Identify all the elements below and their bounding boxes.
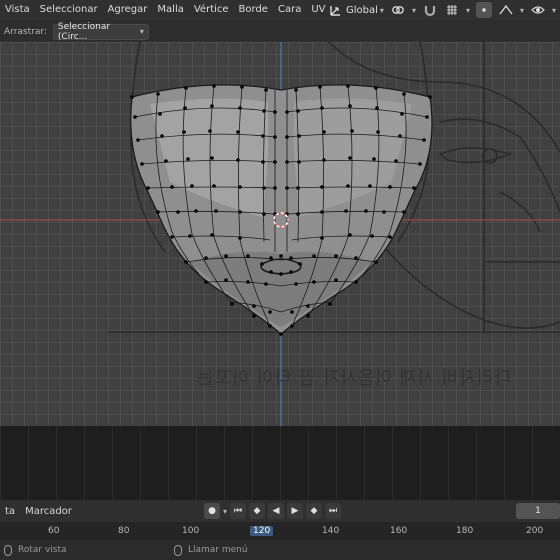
chevron-down-icon[interactable]: ▾: [520, 6, 524, 15]
menu-cara[interactable]: Cara: [273, 0, 306, 20]
chevron-down-icon[interactable]: ▾: [552, 6, 556, 15]
ruler-tick: 200: [526, 526, 544, 536]
transform-orientation-dropdown[interactable]: Global ▾: [328, 2, 384, 18]
orientation-icon: [328, 2, 344, 18]
jump-prev-keyframe-icon[interactable]: ◆: [249, 503, 266, 519]
mouse-middle-icon: [4, 544, 12, 556]
record-keyframe-icon[interactable]: ●: [204, 503, 220, 519]
status-left-label: Rotar vista: [18, 545, 67, 555]
falloff-icon[interactable]: [498, 2, 514, 18]
play-icon[interactable]: ▶: [287, 503, 304, 519]
jump-end-icon[interactable]: ⏭: [325, 503, 342, 519]
timeline-menu-view[interactable]: ta: [0, 506, 20, 517]
chevron-down-icon: ▾: [139, 27, 144, 36]
pivot-point-icon[interactable]: [390, 2, 406, 18]
drag-select-dropdown[interactable]: Seleccionar (Circ... ▾: [52, 21, 149, 42]
mouse-right-icon: [174, 544, 182, 556]
menu-uv[interactable]: UV: [306, 0, 330, 20]
3d-viewport[interactable]: 다리자비 사재 이음사자 끔 타이 이꼬는: [0, 42, 560, 426]
menu-vista[interactable]: Vista: [0, 0, 35, 20]
status-bar: Rotar vista Llamar menú: [0, 540, 560, 560]
jump-start-icon[interactable]: ⏮: [230, 503, 247, 519]
ruler-tick: 80: [118, 526, 130, 536]
jump-next-keyframe-icon[interactable]: ◆: [306, 503, 323, 519]
timeline-menu-marker[interactable]: Marcador: [20, 506, 77, 517]
proportional-edit-icon[interactable]: [475, 2, 492, 18]
menu-vertice[interactable]: Vértice: [189, 0, 234, 20]
menu-agregar[interactable]: Agregar: [103, 0, 153, 20]
status-rotate-view: Rotar vista: [0, 544, 170, 556]
orientation-label: Global: [346, 4, 378, 16]
magnet-snap-icon[interactable]: [422, 2, 438, 18]
ruler-tick: 100: [182, 526, 200, 536]
play-reverse-icon[interactable]: ◀: [268, 503, 285, 519]
playback-controls: ● ▾ ⏮ ◆ ◀ ▶ ◆ ⏭: [204, 503, 342, 519]
chevron-down-icon[interactable]: ▾: [412, 6, 416, 15]
face-mesh[interactable]: [130, 84, 433, 336]
eye-visibility-icon[interactable]: [530, 2, 546, 18]
ruler-tick: 140: [322, 526, 340, 536]
menu-borde[interactable]: Borde: [234, 0, 273, 20]
drag-label: Arrastrar:: [4, 26, 47, 37]
timeline-ruler[interactable]: 60 80 100 120 140 160 180 200: [0, 522, 560, 540]
reference-image-text: 다리자비 사재 이음사자 끔 타이 이꼬는: [196, 368, 511, 389]
ruler-tick: 160: [390, 526, 408, 536]
chevron-down-icon: ▾: [379, 5, 384, 15]
menu-malla[interactable]: Malla: [152, 0, 188, 20]
current-frame-field[interactable]: 1: [516, 503, 560, 519]
header-tools: Global ▾ ▾ ▾ ▾ ▾: [328, 0, 560, 20]
status-call-menu: Llamar menú: [170, 544, 248, 556]
chevron-down-icon[interactable]: ▾: [466, 6, 470, 15]
viewport-header: Vista Seleccionar Agregar Malla Vértice …: [0, 0, 560, 20]
chevron-down-icon[interactable]: ▾: [223, 507, 227, 516]
ruler-tick: 60: [48, 526, 60, 536]
ruler-tick: 180: [456, 526, 474, 536]
drag-select-value: Seleccionar (Circ...: [57, 21, 111, 42]
menu-seleccionar[interactable]: Seleccionar: [35, 0, 103, 20]
timeline-header: ta Marcador ● ▾ ⏮ ◆ ◀ ▶ ◆ ⏭ 1: [0, 500, 560, 522]
status-right-label: Llamar menú: [188, 545, 248, 555]
timeline-dopesheet-area[interactable]: [0, 426, 560, 500]
ruler-current-frame[interactable]: 120: [250, 526, 274, 536]
tool-settings-bar: Arrastrar: Seleccionar (Circ... ▾: [0, 21, 560, 42]
snap-increment-icon[interactable]: [444, 2, 460, 18]
